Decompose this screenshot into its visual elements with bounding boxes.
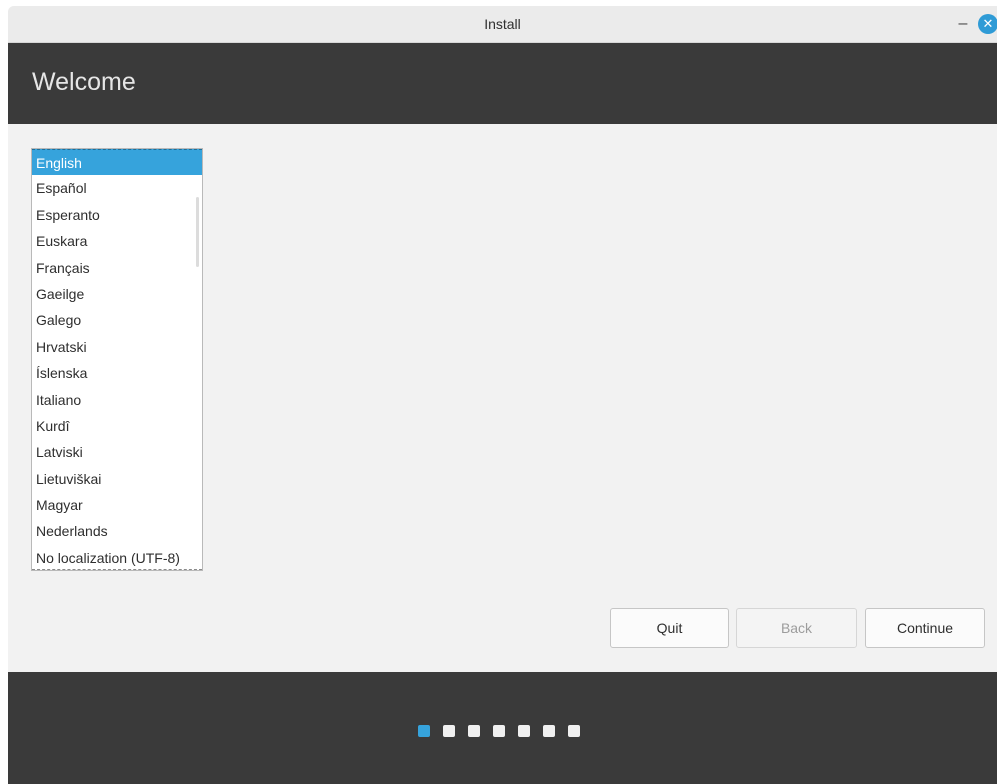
language-item[interactable]: Magyar	[32, 492, 202, 518]
progress-step-dot	[468, 725, 480, 737]
language-item[interactable]: Italiano	[32, 387, 202, 413]
title-bar: Install – ✕	[8, 6, 997, 43]
back-button[interactable]: Back	[736, 608, 857, 648]
minimize-icon[interactable]: –	[955, 15, 971, 33]
language-item[interactable]: Gaeilge	[32, 281, 202, 307]
language-item[interactable]: Esperanto	[32, 202, 202, 228]
installer-window: Install – ✕ Welcome English Español Espera…	[8, 6, 997, 784]
language-item[interactable]: Français	[32, 255, 202, 281]
page-title: Welcome	[32, 68, 136, 96]
main-content: English Español Esperanto Euskara Français Ga…	[8, 124, 997, 672]
continue-button[interactable]: Continue	[865, 608, 985, 648]
window-title: Install	[484, 16, 521, 32]
progress-step-dot	[493, 725, 505, 737]
page-header: Welcome	[8, 43, 997, 124]
progress-step-dot	[543, 725, 555, 737]
language-list-scrollbar[interactable]	[196, 197, 199, 267]
progress-indicator	[418, 725, 593, 737]
quit-button[interactable]: Quit	[610, 608, 729, 648]
language-item[interactable]: Íslenska	[32, 360, 202, 386]
progress-step-dot	[443, 725, 455, 737]
language-list[interactable]: English Español Esperanto Euskara Français Ga…	[31, 148, 203, 571]
language-item[interactable]: Hrvatski	[32, 334, 202, 360]
progress-step-dot	[518, 725, 530, 737]
list-focus-border	[32, 569, 202, 570]
language-item[interactable]: Nederlands	[32, 518, 202, 544]
language-item[interactable]: Español	[32, 175, 202, 201]
language-item[interactable]: No localization (UTF-8)	[32, 545, 202, 570]
progress-footer	[8, 672, 997, 784]
language-item[interactable]: Galego	[32, 307, 202, 333]
language-item[interactable]: Lietuviškai	[32, 466, 202, 492]
progress-step-dot	[418, 725, 430, 737]
progress-step-dot	[568, 725, 580, 737]
language-item[interactable]: Euskara	[32, 228, 202, 254]
language-item[interactable]: English	[32, 149, 202, 176]
close-icon[interactable]: ✕	[978, 14, 997, 34]
language-item[interactable]: Kurdî	[32, 413, 202, 439]
language-item[interactable]: Latviski	[32, 439, 202, 465]
